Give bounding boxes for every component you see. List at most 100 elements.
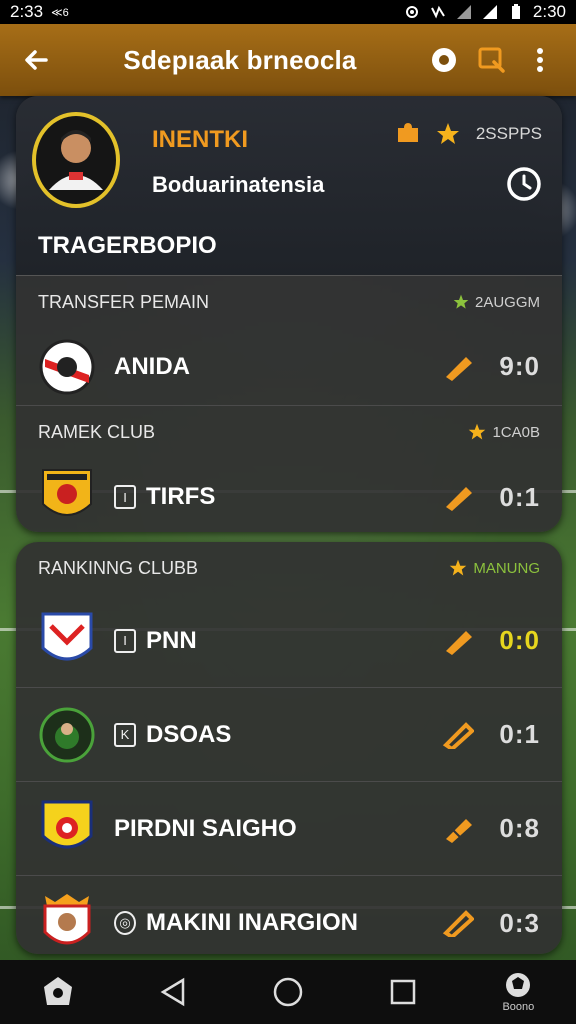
ranking-section-header: RANKINNG CLUBB MANUNG — [16, 542, 562, 594]
avatar[interactable] — [32, 112, 120, 208]
match-score: 0:8 — [499, 813, 540, 843]
settings-icon — [405, 6, 418, 18]
back-icon — [160, 977, 185, 1007]
transfer-header-label: TRANSFER PEMAIN — [38, 291, 210, 312]
ranking-meta: MANUNG — [449, 559, 540, 577]
list-item[interactable]: I TIRFS 0:1 — [16, 458, 562, 532]
match-score: 0:1 — [499, 481, 540, 512]
club-crest — [38, 706, 96, 764]
list-item[interactable]: ANIDA 9:0 — [16, 328, 562, 406]
club-name: PIRDNI SAIGHO — [114, 814, 297, 842]
record-icon — [432, 48, 456, 72]
pencil-icon — [446, 356, 472, 381]
star-icon — [436, 123, 459, 144]
profile-subtitle: Boduarinatensia — [152, 172, 325, 197]
app-title: Sdepıaak brneocla — [123, 44, 357, 75]
home-circle-icon — [273, 977, 303, 1007]
record-button[interactable] — [424, 40, 464, 80]
match-score: 0:3 — [499, 907, 540, 938]
status-time-left: 2:33 — [10, 2, 44, 21]
arrow-left-icon — [25, 50, 48, 70]
nav-home[interactable] — [26, 964, 90, 1020]
back-button[interactable] — [16, 40, 56, 80]
edit-button[interactable] — [438, 621, 478, 661]
transfer-meta: 2AUGGM — [453, 294, 540, 311]
nav-bar: Boono — [0, 960, 576, 1024]
club-crest — [38, 800, 96, 858]
list-item[interactable]: I PNN 0:0 — [16, 594, 562, 688]
pencil-icon — [442, 910, 474, 937]
puzzle-icon — [397, 123, 418, 142]
ramek-meta: 1CA0B — [468, 423, 540, 441]
profile-stats: 2SSPPS — [394, 122, 542, 146]
more-vert-icon — [537, 48, 543, 72]
star-icon — [450, 559, 467, 576]
club-crest — [38, 468, 96, 526]
ramek-header-label: RAMEK CLUB — [38, 421, 156, 442]
nav-home-circle[interactable] — [256, 964, 320, 1020]
list-item[interactable]: PIRDNI SAIGHO 0:8 — [16, 782, 562, 876]
app-bar: Sdepıaak brneocla — [0, 24, 576, 96]
club-crest — [38, 894, 96, 952]
club-name: TIRFS — [146, 483, 216, 510]
status-bar: 2:33 ≪6 2:30 — [0, 0, 576, 24]
vibrate-icon — [431, 5, 445, 19]
pencil-icon — [446, 487, 472, 511]
ramek-meta-text: 1CA0B — [492, 423, 540, 441]
club-crest-icon — [41, 612, 93, 660]
profile-name: INENTKI — [152, 126, 248, 153]
list-item[interactable]: ◎ MAKINI INARGION 0:3 — [16, 876, 562, 954]
club-crest — [38, 338, 96, 396]
club-badge: ◎ — [114, 911, 136, 935]
pencil-icon — [442, 721, 474, 749]
signal-icon — [482, 5, 497, 19]
profile-stat-value: 2SSPPS — [475, 124, 542, 143]
signal-icon — [456, 5, 471, 19]
club-crest-icon — [39, 707, 95, 762]
edit-button[interactable] — [438, 715, 478, 755]
club-crest-icon — [39, 339, 95, 394]
match-score: 0:1 — [499, 719, 540, 749]
club-crest-icon — [42, 469, 92, 516]
nav-back[interactable] — [141, 964, 205, 1020]
profile-section: INENTKI Boduarinatensia 2SSPPS TRAGERBOP… — [16, 96, 562, 276]
ranking-meta-text: MANUNG — [473, 559, 540, 577]
nav-profile-label: Boono — [502, 1001, 535, 1013]
search-button[interactable] — [472, 40, 512, 80]
edit-button[interactable] — [438, 903, 478, 943]
status-time-suffix: ≪6 — [51, 6, 69, 19]
pencil-icon — [446, 630, 472, 655]
transfer-meta-text: 2AUGGM — [474, 293, 540, 311]
star-icon — [453, 294, 469, 309]
club-badge: I — [114, 485, 136, 509]
battery-icon — [511, 4, 520, 19]
club-name: PNN — [146, 626, 197, 654]
section-title: TRAGERBOPIO — [38, 232, 217, 259]
recents-icon — [390, 979, 416, 1005]
pencil-icon — [446, 818, 472, 843]
player-portrait-icon — [49, 130, 103, 190]
club-badge: I — [114, 628, 136, 653]
club-name: ANIDA — [114, 352, 190, 380]
list-item[interactable]: K DSOAS 0:1 — [16, 688, 562, 782]
search-icon — [478, 47, 505, 73]
home-icon — [43, 977, 72, 1005]
nav-profile[interactable]: Boono — [486, 964, 550, 1020]
edit-button[interactable] — [438, 477, 478, 517]
club-crest-icon — [41, 800, 93, 848]
clock-button[interactable] — [506, 166, 542, 207]
club-name: DSOAS — [146, 720, 232, 748]
profile-icon — [506, 973, 531, 997]
match-score: 9:0 — [499, 351, 540, 381]
club-badge: K — [114, 722, 136, 747]
ranking-card: RANKINNG CLUBB MANUNG I PNN 0:0 K DSOAS … — [16, 542, 562, 954]
nav-recents[interactable] — [371, 964, 435, 1020]
more-options-button[interactable] — [520, 40, 560, 80]
match-score: 0:0 — [499, 625, 540, 655]
ranking-header-label: RANKINNG CLUBB — [38, 557, 199, 578]
edit-button[interactable] — [438, 347, 478, 387]
transfer-section-header: TRANSFER PEMAIN 2AUGGM — [16, 276, 562, 328]
club-crest — [38, 612, 96, 670]
edit-button[interactable] — [438, 809, 478, 849]
ramek-section-header: RAMEK CLUB 1CA0B — [16, 406, 562, 458]
